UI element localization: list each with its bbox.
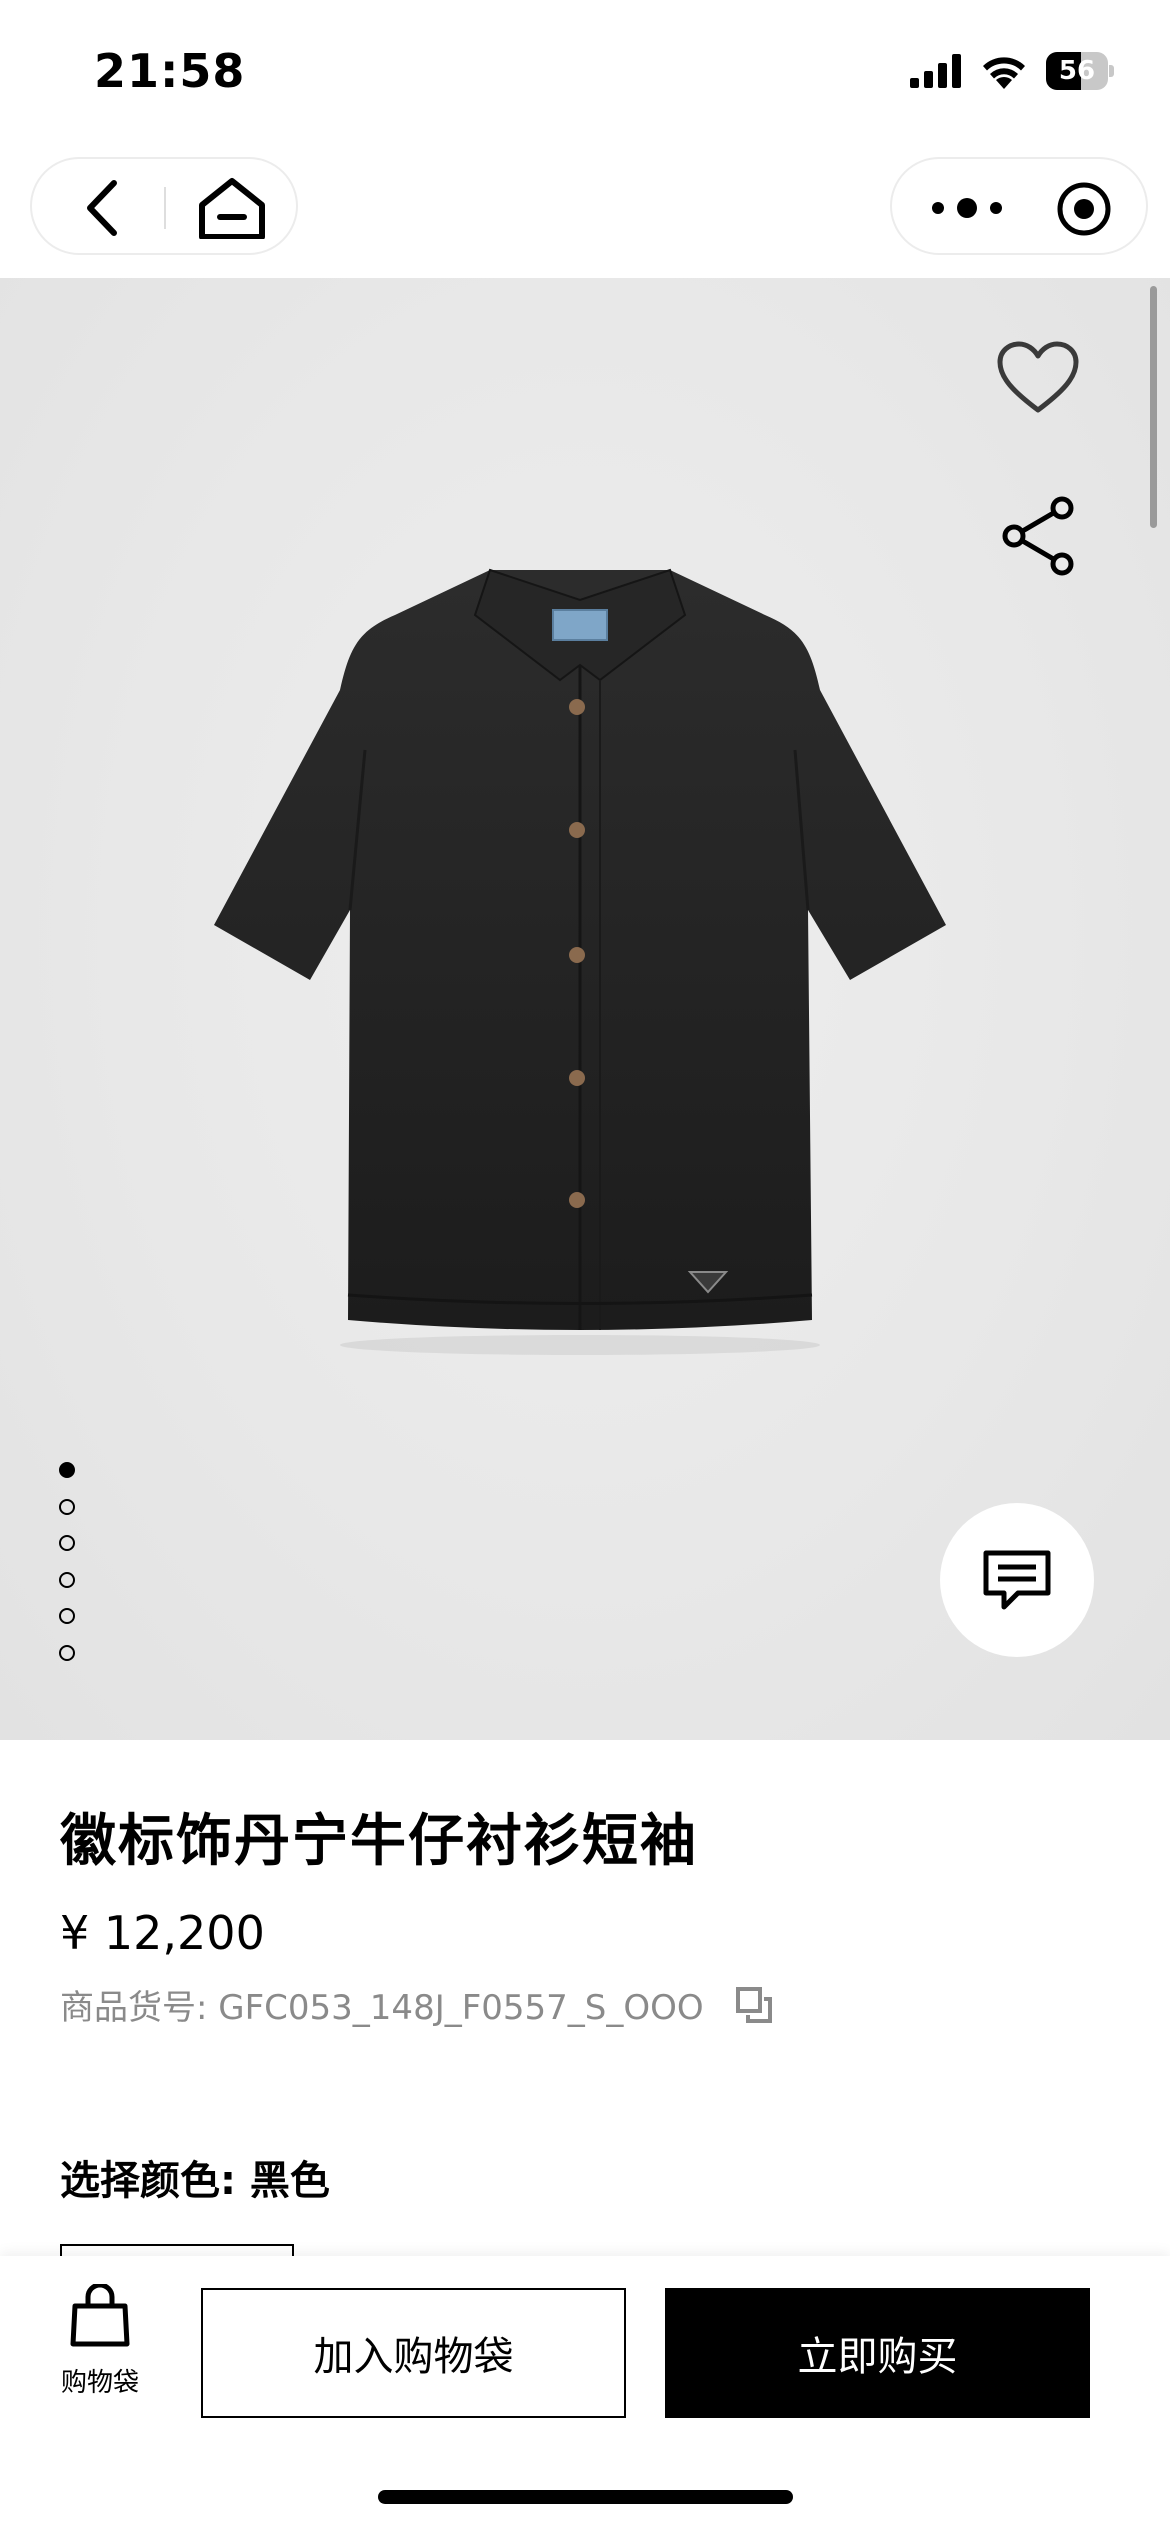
chat-icon bbox=[983, 1550, 1051, 1610]
share-icon[interactable] bbox=[996, 494, 1080, 578]
copy-icon[interactable] bbox=[734, 1985, 774, 2025]
home-icon[interactable] bbox=[192, 177, 272, 239]
battery-indicator: 56 bbox=[1046, 52, 1114, 90]
gallery-scrollbar[interactable] bbox=[1150, 286, 1157, 528]
buy-now-button[interactable]: 立即购买 bbox=[665, 2288, 1090, 2418]
home-indicator[interactable] bbox=[378, 2490, 793, 2504]
status-bar: 21:58 56 bbox=[0, 0, 1170, 150]
shopping-bag-tab[interactable]: 购物袋 bbox=[50, 2284, 150, 2398]
shopping-bag-label: 购物袋 bbox=[60, 2368, 139, 2398]
cellular-signal-icon bbox=[910, 54, 961, 88]
nav-capsule-right bbox=[890, 157, 1148, 255]
gallery-dot-6[interactable] bbox=[59, 1644, 75, 1661]
gallery-dot-3[interactable] bbox=[59, 1535, 75, 1551]
add-to-bag-button[interactable]: 加入购物袋 bbox=[201, 2288, 626, 2418]
gallery-dot-2[interactable] bbox=[59, 1498, 75, 1515]
battery-level-text: 56 bbox=[1058, 56, 1096, 86]
nav-divider bbox=[164, 187, 166, 229]
status-time: 21:58 bbox=[94, 44, 246, 98]
shopping-bag-icon bbox=[70, 2284, 130, 2347]
product-image-shirt bbox=[214, 568, 946, 1355]
target-circle-icon[interactable] bbox=[1052, 177, 1116, 241]
sku-row: 商品货号: GFC053_148J_F0557_S_OOO bbox=[60, 1980, 774, 2029]
product-title: 徽标饰丹宁牛仔衬衫短袖 bbox=[60, 1809, 698, 1874]
heart-icon[interactable] bbox=[996, 340, 1080, 416]
color-selector-label: 选择颜色: 黑色 bbox=[60, 2158, 330, 2204]
status-icons: 56 bbox=[910, 52, 1114, 90]
customer-service-button[interactable] bbox=[940, 1503, 1094, 1657]
gallery-dot-5[interactable] bbox=[59, 1608, 75, 1624]
color-swatch[interactable] bbox=[60, 2244, 294, 2256]
nav-capsule-left bbox=[30, 157, 298, 255]
chevron-left-icon[interactable] bbox=[72, 179, 132, 237]
wifi-icon bbox=[983, 57, 1025, 89]
gallery-dot-1[interactable] bbox=[59, 1462, 75, 1478]
product-price: ¥ 12,200 bbox=[60, 1906, 265, 1960]
sku-text: 商品货号: GFC053_148J_F0557_S_OOO bbox=[60, 1988, 704, 2028]
gallery-dot-4[interactable] bbox=[59, 1571, 75, 1588]
gallery-pagination[interactable] bbox=[59, 1462, 75, 1681]
more-dots-icon[interactable] bbox=[922, 183, 1012, 233]
